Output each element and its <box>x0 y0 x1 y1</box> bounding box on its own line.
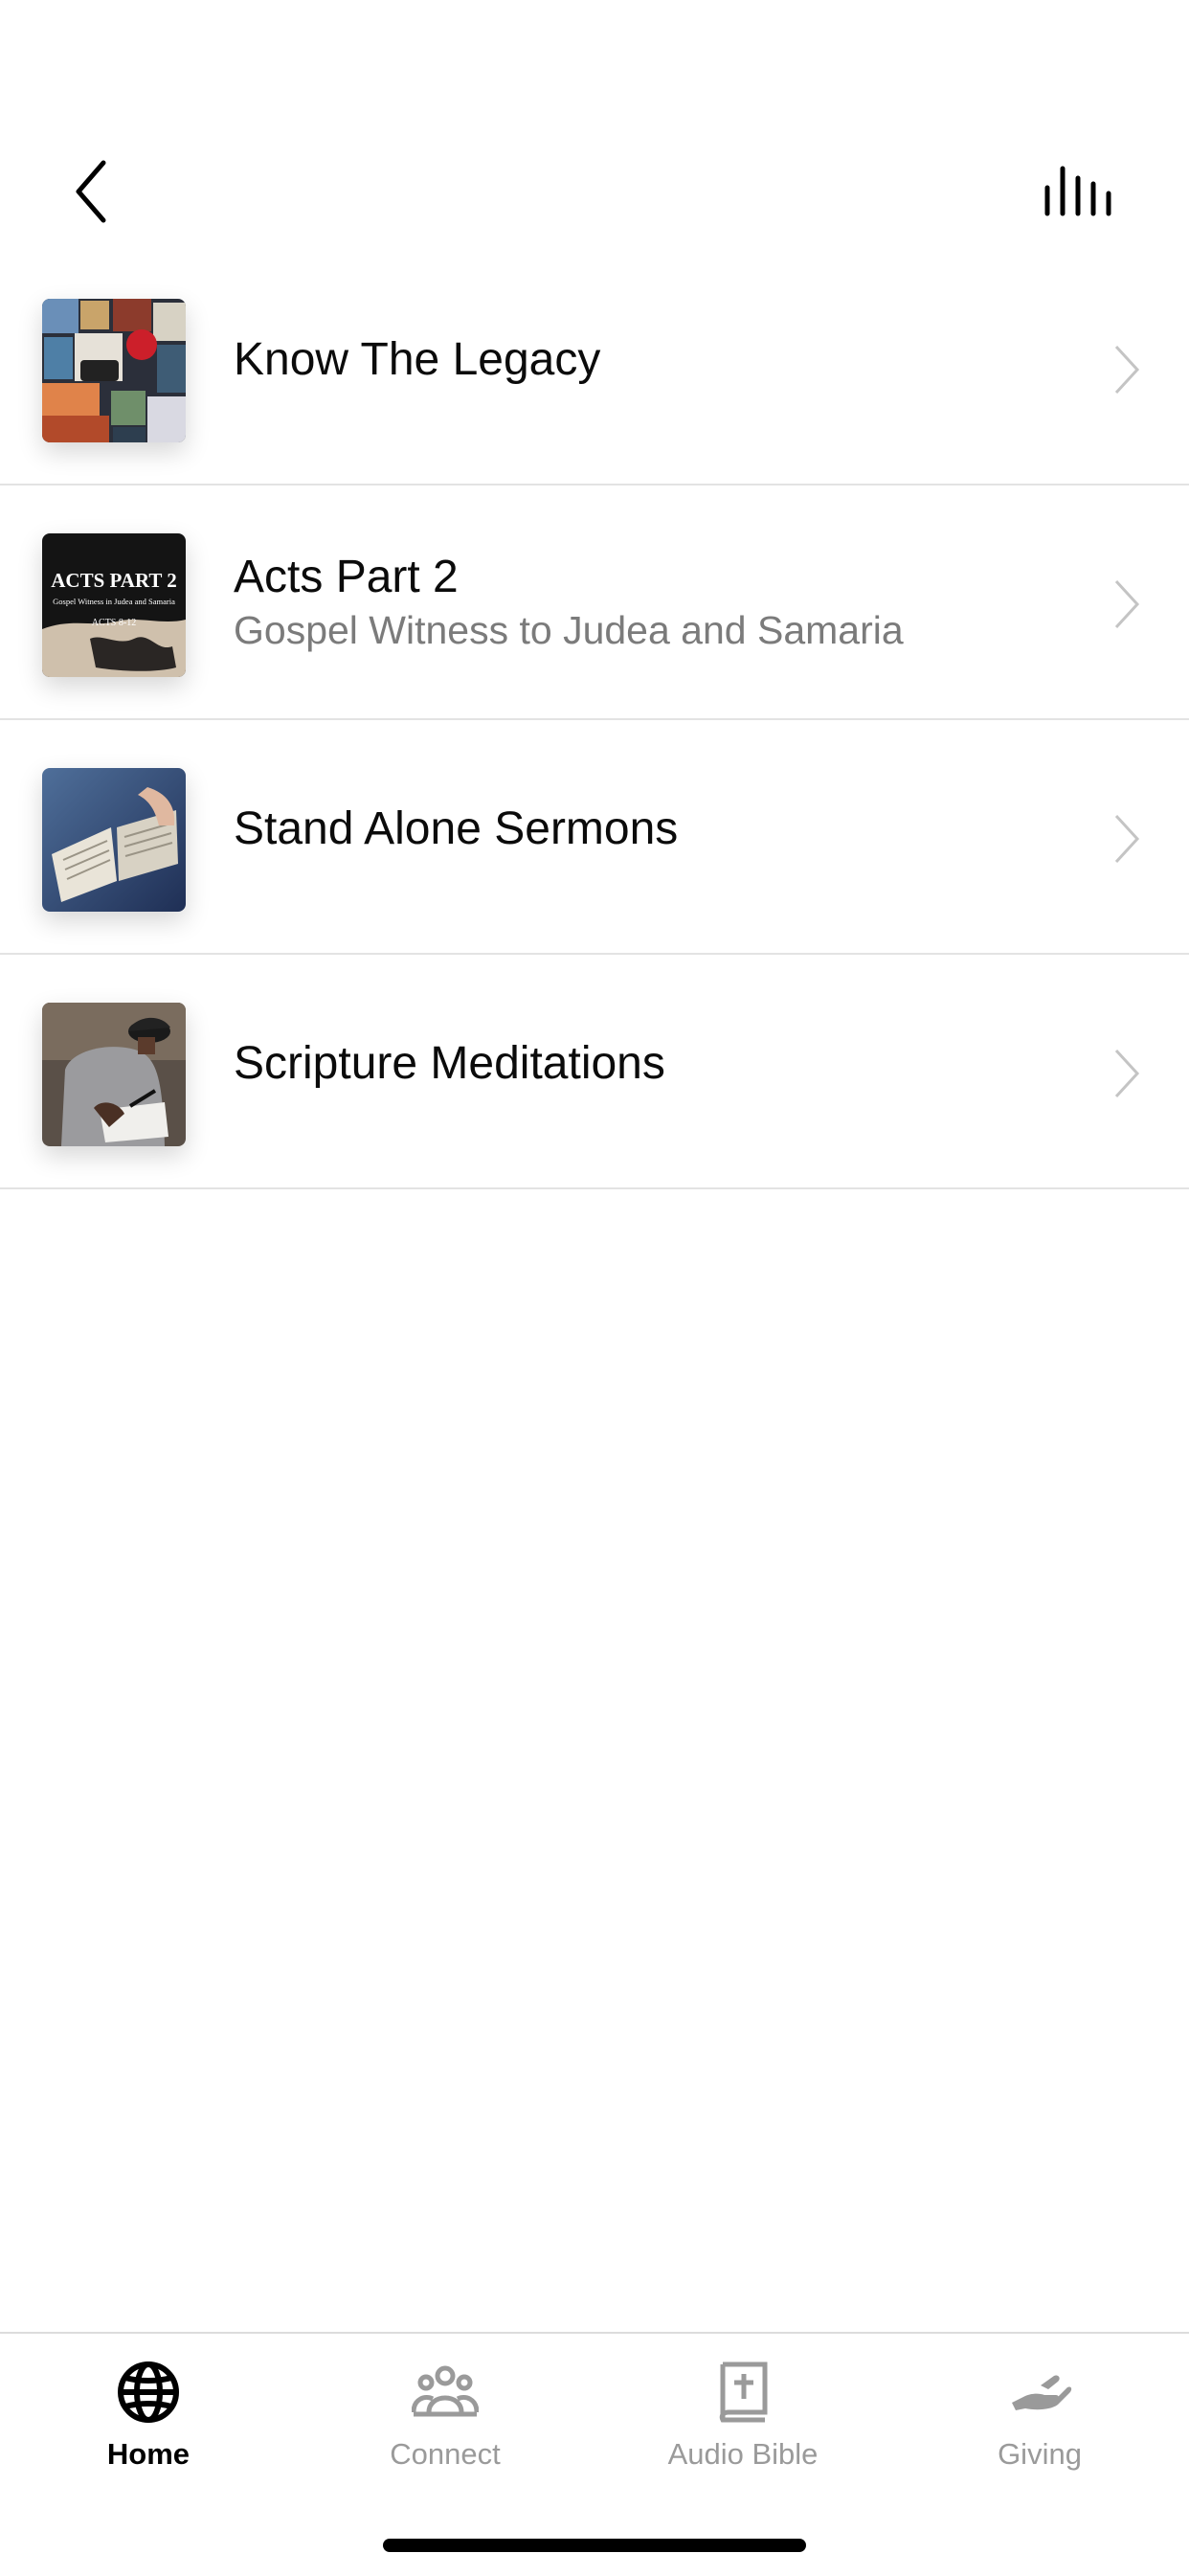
giving-hand-icon <box>1012 2375 1072 2410</box>
item-subtitle: Gospel Witness to Judea and Samaria <box>234 608 904 652</box>
people-icon <box>412 2365 479 2417</box>
tab-label: Giving <box>998 2437 1082 2471</box>
globe-icon <box>118 2361 179 2423</box>
tab-label: Home <box>106 2437 191 2471</box>
item-title: Scripture Meditations <box>234 1038 665 1089</box>
tab-label: Audio Bible <box>667 2437 819 2471</box>
acts-part-2-artwork: ACTS PART 2 Gospel Witness in Judea and … <box>42 533 186 677</box>
chevron-right-icon <box>1114 1049 1140 1098</box>
art-title: ACTS PART 2 <box>51 569 177 592</box>
tab-audio-bible[interactable]: Audio Bible <box>594 2334 891 2525</box>
item-title: Stand Alone Sermons <box>234 803 679 854</box>
art-reference: ACTS 8-12 <box>92 618 136 628</box>
item-title: Acts Part 2 <box>234 552 459 602</box>
navigation-bar <box>0 0 1189 278</box>
list-item[interactable]: ACTS PART 2 Gospel Witness in Judea and … <box>0 486 1189 720</box>
tab-giving[interactable]: Giving <box>891 2334 1188 2525</box>
list-item[interactable]: Stand Alone Sermons <box>0 720 1189 955</box>
tab-label: Connect <box>390 2437 501 2471</box>
know-the-legacy-artwork <box>42 299 186 442</box>
now-playing-button[interactable] <box>1042 161 1118 218</box>
series-list: Know The Legacy ACTS PART 2 Gospel Witne… <box>0 251 1189 1189</box>
bible-icon <box>719 2361 768 2423</box>
list-item[interactable]: Scripture Meditations <box>0 955 1189 1189</box>
equalizer-icon <box>1044 166 1111 216</box>
chevron-right-icon <box>1114 814 1140 864</box>
tab-home[interactable]: Home <box>0 2334 297 2525</box>
tab-connect[interactable]: Connect <box>297 2334 594 2525</box>
back-button[interactable] <box>59 153 126 230</box>
chevron-right-icon <box>1114 579 1140 629</box>
item-title: Know The Legacy <box>234 334 601 385</box>
scripture-meditations-artwork <box>42 1003 186 1146</box>
list-item[interactable]: Know The Legacy <box>0 251 1189 486</box>
chevron-left-icon <box>76 160 106 223</box>
art-subtitle: Gospel Witness in Judea and Samaria <box>53 597 175 606</box>
stand-alone-sermons-artwork <box>42 768 186 912</box>
chevron-right-icon <box>1114 345 1140 395</box>
home-indicator <box>383 2539 806 2552</box>
